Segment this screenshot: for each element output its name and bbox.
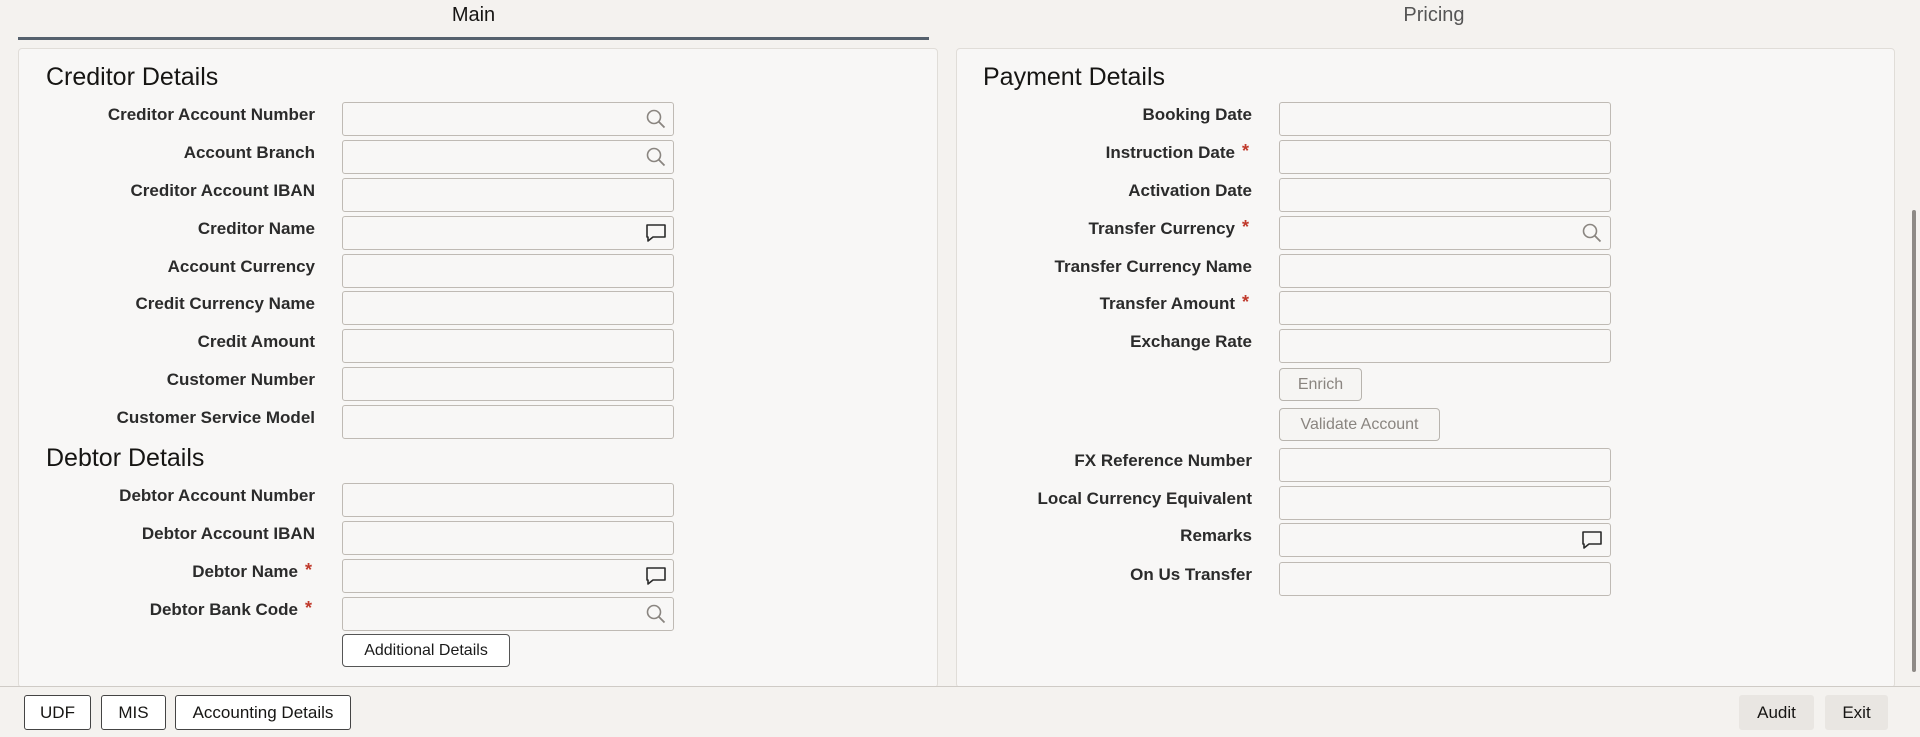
- tab-bar: Main Pricing: [0, 0, 1920, 40]
- creditor-account-number-label: Creditor Account Number: [107, 105, 315, 124]
- remarks-field[interactable]: [1279, 523, 1611, 557]
- instruction-date-label: Instruction Date: [1105, 143, 1235, 162]
- enrich-button[interactable]: Enrich: [1279, 368, 1362, 401]
- exit-button[interactable]: Exit: [1825, 695, 1888, 730]
- additional-details-button[interactable]: Additional Details: [342, 634, 510, 667]
- search-icon[interactable]: [1581, 222, 1603, 244]
- fx-reference-number-label: FX Reference Number: [1074, 451, 1252, 470]
- transfer-currency-name-label: Transfer Currency Name: [1054, 257, 1252, 276]
- transfer-amount-label: Transfer Amount: [1099, 294, 1235, 313]
- local-currency-equivalent-field[interactable]: [1279, 486, 1611, 520]
- local-currency-equivalent-label: Local Currency Equivalent: [1037, 489, 1252, 508]
- debtor-name-field[interactable]: [342, 559, 674, 593]
- on-us-transfer-field[interactable]: [1279, 562, 1611, 596]
- account-branch-label: Account Branch: [183, 143, 315, 162]
- required-marker: *: [1242, 292, 1250, 312]
- validate-account-button[interactable]: Validate Account: [1279, 408, 1440, 441]
- debtor-details-title: Debtor Details: [46, 444, 205, 472]
- customer-service-model-label: Customer Service Model: [116, 408, 315, 427]
- udf-button[interactable]: UDF: [24, 695, 91, 730]
- activation-date-label: Activation Date: [1128, 181, 1252, 200]
- account-branch-field[interactable]: [342, 140, 674, 174]
- creditor-debtor-panel: Creditor Details Creditor Account Number…: [18, 48, 938, 688]
- transfer-amount-field[interactable]: [1279, 291, 1611, 325]
- speech-bubble-icon[interactable]: [1581, 529, 1603, 551]
- transfer-currency-field[interactable]: [1279, 216, 1611, 250]
- transfer-currency-label: Transfer Currency: [1088, 219, 1235, 238]
- tab-pricing[interactable]: Pricing: [955, 0, 1913, 37]
- creditor-details-title: Creditor Details: [46, 63, 219, 91]
- creditor-account-number-field[interactable]: [342, 102, 674, 136]
- speech-bubble-icon[interactable]: [645, 222, 667, 244]
- activation-date-field[interactable]: [1279, 178, 1611, 212]
- customer-number-field[interactable]: [342, 367, 674, 401]
- debtor-account-number-label: Debtor Account Number: [119, 486, 315, 505]
- transfer-currency-name-field[interactable]: [1279, 254, 1611, 288]
- credit-currency-name-field[interactable]: [342, 291, 674, 325]
- debtor-bank-code-label: Debtor Bank Code: [149, 600, 298, 619]
- audit-button[interactable]: Audit: [1739, 695, 1814, 730]
- credit-amount-label: Credit Amount: [197, 332, 315, 351]
- footer-toolbar: UDF MIS Accounting Details Audit Exit: [0, 686, 1920, 737]
- debtor-account-number-field[interactable]: [342, 483, 674, 517]
- creditor-account-iban-field[interactable]: [342, 178, 674, 212]
- payment-details-title: Payment Details: [983, 63, 1166, 91]
- booking-date-field[interactable]: [1279, 102, 1611, 136]
- search-icon[interactable]: [645, 108, 667, 130]
- credit-amount-field[interactable]: [342, 329, 674, 363]
- account-currency-field[interactable]: [342, 254, 674, 288]
- debtor-bank-code-field[interactable]: [342, 597, 674, 631]
- creditor-name-label: Creditor Name: [197, 219, 315, 238]
- search-icon[interactable]: [645, 146, 667, 168]
- fx-reference-number-field[interactable]: [1279, 448, 1611, 482]
- account-currency-label: Account Currency: [167, 257, 315, 276]
- mis-button[interactable]: MIS: [101, 695, 166, 730]
- debtor-account-iban-label: Debtor Account IBAN: [141, 524, 315, 543]
- creditor-name-field[interactable]: [342, 216, 674, 250]
- speech-bubble-icon[interactable]: [645, 565, 667, 587]
- payment-details-panel: Payment Details Booking Date Instruction…: [956, 48, 1895, 688]
- tab-main[interactable]: Main: [18, 0, 929, 40]
- debtor-name-label: Debtor Name: [192, 562, 298, 581]
- exchange-rate-label: Exchange Rate: [1130, 332, 1252, 351]
- customer-service-model-field[interactable]: [342, 405, 674, 439]
- on-us-transfer-label: On Us Transfer: [1130, 565, 1252, 584]
- scrollbar-thumb[interactable]: [1912, 210, 1916, 672]
- creditor-account-iban-label: Creditor Account IBAN: [130, 181, 316, 200]
- customer-number-label: Customer Number: [166, 370, 315, 389]
- instruction-date-field[interactable]: [1279, 140, 1611, 174]
- required-marker: *: [305, 598, 313, 618]
- credit-currency-name-label: Credit Currency Name: [135, 294, 315, 313]
- required-marker: *: [305, 560, 313, 580]
- vertical-scrollbar[interactable]: [1909, 0, 1920, 686]
- booking-date-label: Booking Date: [1142, 105, 1252, 124]
- required-marker: *: [1242, 217, 1250, 237]
- required-marker: *: [1242, 141, 1250, 161]
- remarks-label: Remarks: [1180, 526, 1252, 545]
- search-icon[interactable]: [645, 603, 667, 625]
- accounting-details-button[interactable]: Accounting Details: [175, 695, 351, 730]
- exchange-rate-field[interactable]: [1279, 329, 1611, 363]
- debtor-account-iban-field[interactable]: [342, 521, 674, 555]
